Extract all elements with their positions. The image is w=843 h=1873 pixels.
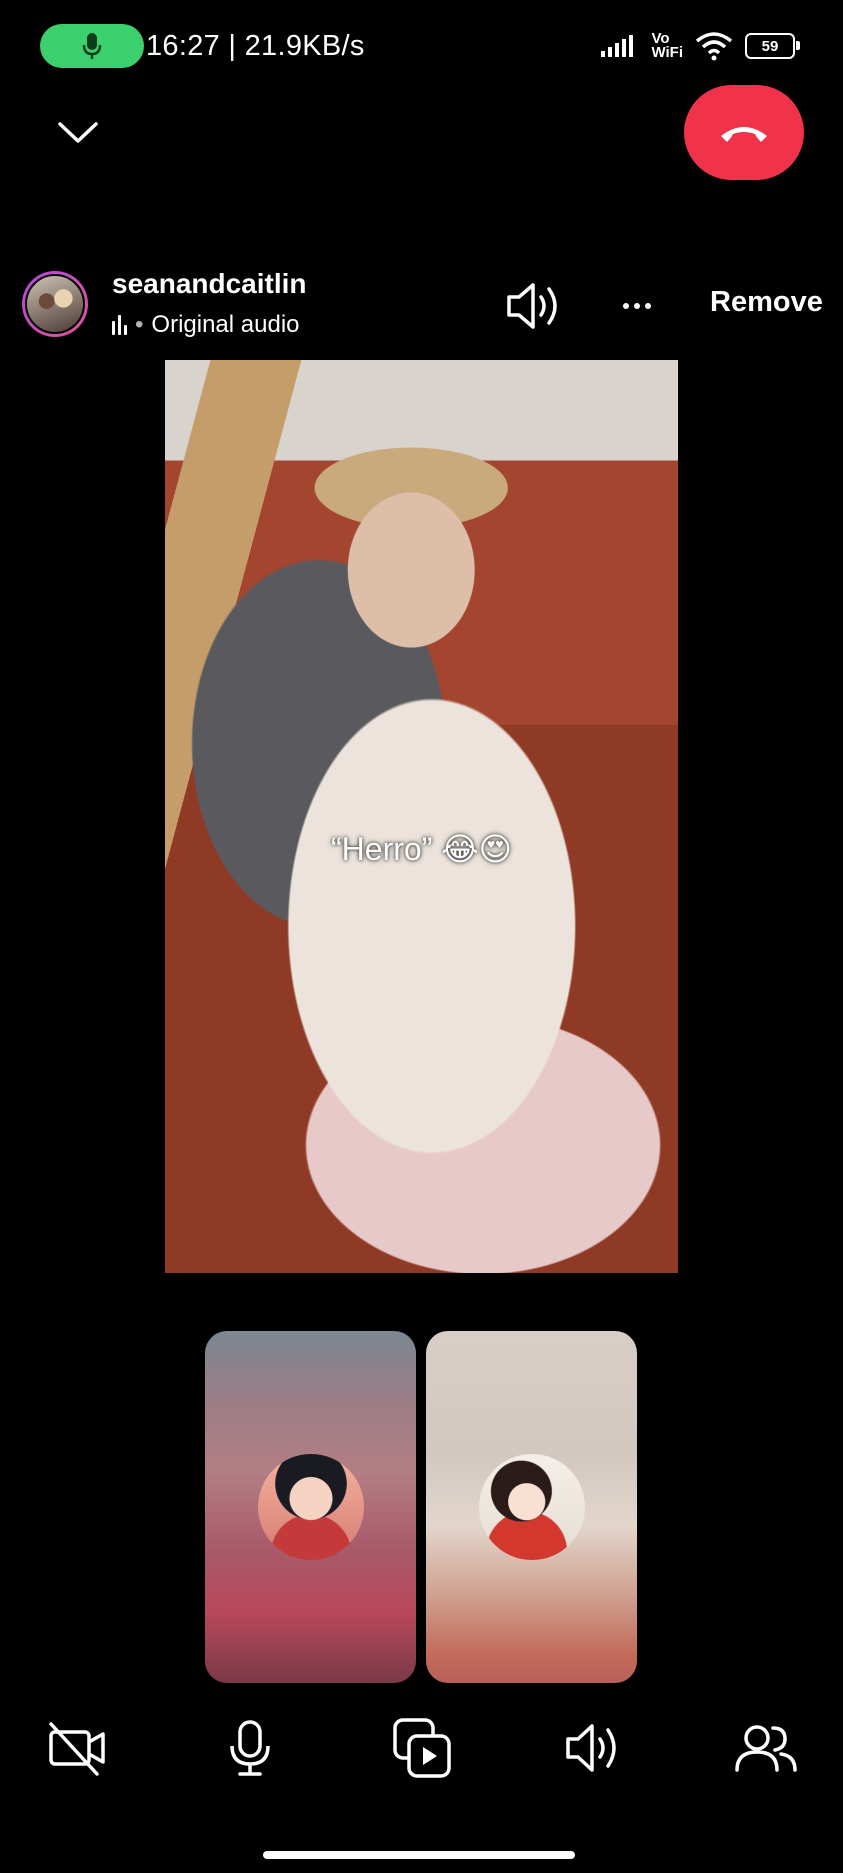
post-volume-button[interactable]: [505, 279, 565, 333]
dot: [645, 303, 651, 309]
remove-button[interactable]: Remove: [710, 286, 823, 319]
camera-toggle-button[interactable]: [38, 1708, 118, 1788]
hang-up-icon: [721, 126, 767, 142]
call-toolbar: [0, 1708, 843, 1798]
audio-label: Original audio: [151, 311, 300, 338]
original-audio-link[interactable]: • Original audio: [112, 311, 300, 339]
mic-icon: [230, 1720, 270, 1776]
share-media-icon: [393, 1718, 451, 1778]
audio-separator: •: [135, 311, 144, 338]
dot: [634, 303, 640, 309]
share-media-button[interactable]: [382, 1708, 462, 1788]
audio-bars-icon: [112, 315, 127, 335]
dot: [623, 303, 629, 309]
battery-indicator: 59: [745, 33, 800, 59]
participant-tile[interactable]: [205, 1331, 416, 1683]
poster-avatar[interactable]: [22, 271, 88, 337]
home-indicator[interactable]: [263, 1851, 575, 1859]
end-call-button[interactable]: [684, 85, 804, 180]
speaker-icon: [507, 283, 557, 329]
status-time: 16:27 | 21.9KB/s: [146, 30, 365, 62]
shared-reel-video[interactable]: “Herro” 😂😍: [165, 360, 678, 1273]
poster-username[interactable]: seanandcaitlin: [112, 268, 307, 300]
video-off-icon: [49, 1722, 105, 1776]
more-options-button[interactable]: [612, 286, 662, 326]
chevron-down-icon: [58, 122, 98, 143]
participants-icon: [735, 1725, 797, 1772]
participant-avatar: [257, 1454, 364, 1560]
collapse-button[interactable]: [48, 108, 108, 158]
vowifi-label: Vo WiFi: [651, 30, 683, 61]
wifi-icon: [695, 32, 733, 61]
signal-icon: [601, 35, 634, 57]
speaker-icon: [566, 1724, 616, 1772]
active-call-pill[interactable]: [40, 24, 144, 68]
participant-tile[interactable]: [426, 1331, 637, 1683]
participants-button[interactable]: [726, 1708, 806, 1788]
status-icons: Vo WiFi 59: [601, 26, 800, 66]
video-caption: “Herro” 😂😍: [331, 831, 512, 867]
microphone-button[interactable]: [210, 1708, 290, 1788]
mic-icon: [82, 33, 102, 59]
speaker-button[interactable]: [554, 1708, 634, 1788]
participant-avatar: [478, 1454, 585, 1560]
